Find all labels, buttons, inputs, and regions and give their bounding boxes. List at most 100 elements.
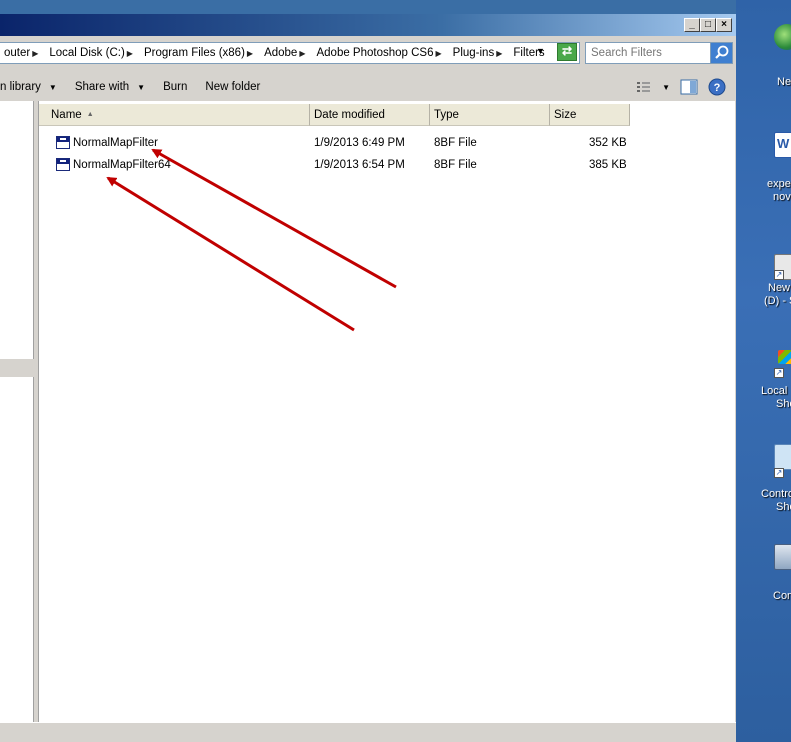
minimize-button[interactable]: _ — [684, 18, 700, 32]
desktop-icon-label-line2: Sho — [776, 501, 791, 513]
local-disk-shortcut-icon — [778, 350, 791, 364]
desktop-icon-network[interactable]: Ne — [736, 20, 791, 100]
search-box — [585, 42, 733, 64]
command-bar: n library ▼ Share with ▼ Burn New folder ▼… — [0, 74, 736, 100]
desktop-icon-document[interactable]: W expe nov — [736, 130, 791, 210]
file-list: Name ▲ Date modified Type Size NormalMapF… — [38, 101, 735, 722]
burn-button[interactable]: Burn — [154, 76, 196, 98]
file-size: 385 KB — [589, 159, 627, 171]
view-controls: ▼ ? — [636, 78, 726, 96]
shortcut-arrow-icon: ↗ — [774, 468, 784, 478]
desktop-icon-label: New — [768, 282, 791, 294]
column-header-date[interactable]: Date modified — [310, 104, 430, 126]
include-in-library-label: n library — [0, 81, 41, 93]
breadcrumb-program-files[interactable]: Program Files (x86) ▶ — [140, 47, 260, 59]
title-bar[interactable] — [0, 14, 736, 36]
column-header-name[interactable]: Name ▲ — [39, 104, 310, 126]
search-icon — [715, 45, 729, 59]
breadcrumb-label: Local Disk (C:) — [49, 47, 125, 59]
plugin-file-icon — [56, 158, 70, 171]
share-with-button[interactable]: Share with ▼ — [66, 76, 154, 98]
maximize-button[interactable]: □ — [700, 18, 716, 32]
desktop-icon-label: Local D — [761, 385, 791, 397]
desktop-icon-computer[interactable]: Com — [736, 540, 791, 620]
close-button[interactable]: × — [716, 18, 732, 32]
chevron-right-icon[interactable]: ▶ — [125, 49, 136, 58]
breadcrumb-label: outer — [4, 47, 31, 59]
navigation-selected-item[interactable] — [0, 359, 34, 377]
shortcut-arrow-icon: ↗ — [774, 368, 784, 378]
view-options-icon[interactable] — [636, 80, 652, 94]
sort-ascending-icon: ▲ — [86, 111, 94, 118]
breadcrumb-label: Adobe Photoshop CS6 — [316, 47, 434, 59]
desktop-icon-local-disk-shortcut[interactable]: ↗ Local D Sho — [736, 348, 791, 428]
breadcrumb-plugins[interactable]: Plug-ins ▶ — [449, 47, 510, 59]
file-name: NormalMapFilter64 — [73, 159, 171, 171]
desktop-icon-drive-shortcut[interactable]: ↗ New (D) - S — [736, 252, 791, 332]
column-header-date-label: Date modified — [314, 109, 385, 121]
search-input[interactable] — [586, 43, 710, 63]
address-row: outer ▶ Local Disk (C:) ▶ Program Files (x… — [0, 40, 736, 68]
desktop-icon-label: Ne — [777, 76, 791, 88]
plugin-file-icon — [56, 136, 70, 149]
preview-pane-icon[interactable] — [680, 79, 698, 95]
breadcrumb-label: Adobe — [264, 47, 298, 59]
column-header-type-label: Type — [434, 109, 459, 121]
column-header-row: Name ▲ Date modified Type Size — [39, 104, 630, 126]
chevron-right-icon[interactable]: ▶ — [297, 49, 308, 58]
word-document-icon: W — [774, 132, 791, 158]
breadcrumb-label: Program Files (x86) — [143, 47, 245, 59]
desktop-icon-label-line2: (D) - S — [764, 295, 791, 307]
file-date-modified: 1/9/2013 6:49 PM — [314, 137, 405, 149]
column-header-type[interactable]: Type — [430, 104, 550, 126]
view-options-dropdown-icon[interactable]: ▼ — [662, 83, 670, 92]
desktop-icon-label-line2: nov — [773, 191, 791, 203]
table-row[interactable]: NormalMapFilter 1/9/2013 6:49 PM 8BF Fil… — [39, 133, 639, 153]
explorer-window: _ □ × outer ▶ Local Disk (C:) ▶ Program Fi… — [0, 0, 736, 742]
column-header-size[interactable]: Size — [550, 104, 630, 126]
breadcrumb-computer[interactable]: outer ▶ — [0, 47, 45, 59]
chevron-right-icon[interactable]: ▶ — [434, 49, 445, 58]
chevron-right-icon[interactable]: ▶ — [494, 49, 505, 58]
include-in-library-button[interactable]: n library ▼ — [0, 76, 66, 98]
shortcut-arrow-icon: ↗ — [774, 270, 784, 280]
share-with-label: Share with — [74, 81, 130, 93]
help-icon[interactable]: ? — [708, 78, 726, 96]
file-name: NormalMapFilter — [73, 137, 158, 149]
desktop-icon-label: expe — [767, 178, 791, 190]
chevron-right-icon[interactable]: ▶ — [30, 49, 41, 58]
new-folder-label: New folder — [205, 81, 261, 93]
column-header-name-label: Name — [51, 109, 82, 121]
chevron-down-icon: ▼ — [137, 82, 146, 92]
desktop-icon-label: Contro — [761, 488, 791, 500]
refresh-icon[interactable]: ⇄ — [557, 43, 577, 61]
chevron-down-icon: ▼ — [48, 82, 57, 92]
desktop-icon-control-panel-shortcut[interactable]: ↗ Contro Sho — [736, 440, 791, 520]
control-panel-shortcut-icon — [774, 444, 791, 470]
desktop-icon-label: Com — [773, 590, 791, 602]
svg-text:?: ? — [714, 82, 721, 94]
desktop-top-strip — [0, 0, 736, 14]
table-row[interactable]: NormalMapFilter64 1/9/2013 6:54 PM 8BF F… — [39, 155, 639, 175]
breadcrumb-photoshop[interactable]: Adobe Photoshop CS6 ▶ — [312, 47, 448, 59]
burn-label: Burn — [163, 81, 188, 93]
file-type: 8BF File — [434, 159, 477, 171]
file-type: 8BF File — [434, 137, 477, 149]
address-bar[interactable]: outer ▶ Local Disk (C:) ▶ Program Files (x… — [0, 42, 580, 64]
chevron-right-icon[interactable]: ▶ — [245, 49, 256, 58]
search-button[interactable] — [710, 43, 732, 63]
file-date-modified: 1/9/2013 6:54 PM — [314, 159, 405, 171]
column-header-size-label: Size — [554, 109, 577, 121]
breadcrumb-adobe[interactable]: Adobe ▶ — [260, 47, 312, 59]
desktop-icon-label-line2: Sho — [776, 398, 791, 410]
breadcrumb-local-disk[interactable]: Local Disk (C:) ▶ — [45, 47, 140, 59]
computer-icon — [774, 544, 791, 570]
new-folder-button[interactable]: New folder — [196, 76, 269, 98]
breadcrumb-label: Plug-ins — [452, 47, 495, 59]
status-bar — [0, 722, 736, 742]
desktop-area: Ne W expe nov ↗ New (D) - S ↗ Local D Sh… — [736, 0, 791, 742]
file-size: 352 KB — [589, 137, 627, 149]
navigation-pane[interactable] — [0, 101, 34, 722]
address-history-dropdown-icon[interactable]: ▼ — [536, 46, 545, 56]
globe-icon — [774, 24, 791, 50]
